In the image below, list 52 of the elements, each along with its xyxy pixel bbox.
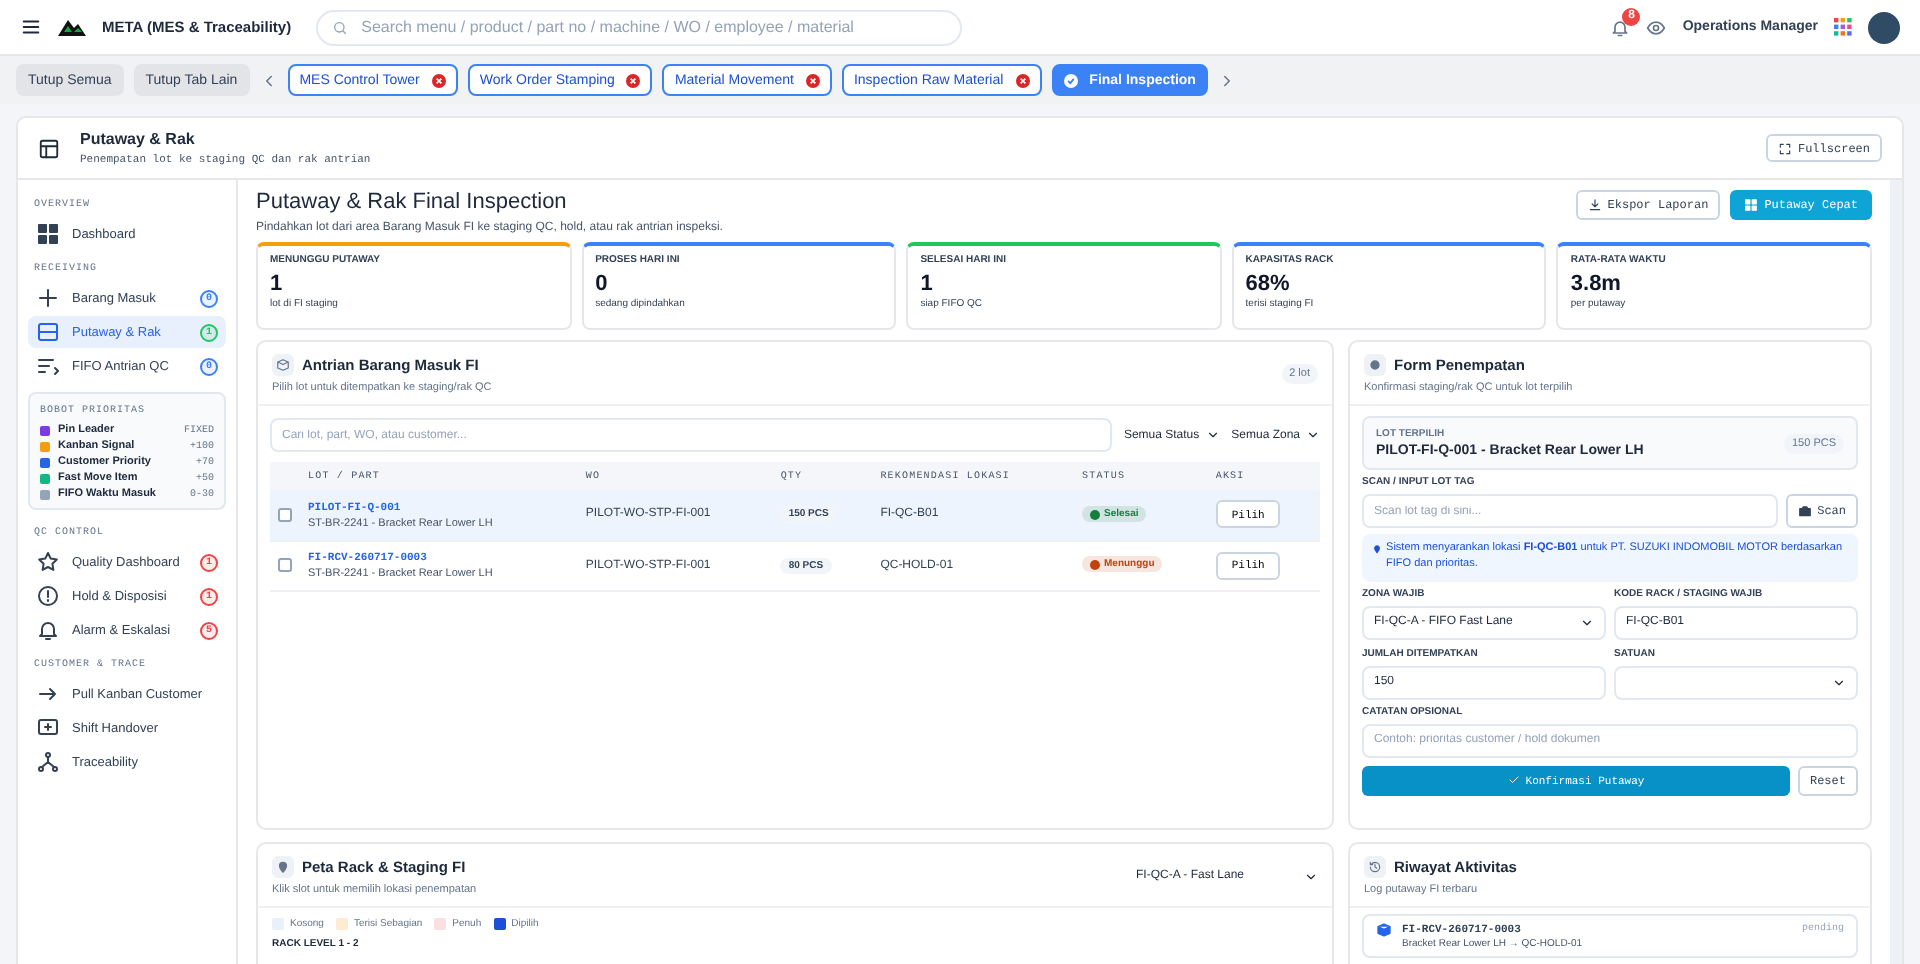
list-icon bbox=[36, 354, 60, 378]
row-checkbox[interactable] bbox=[278, 558, 292, 572]
layout-icon bbox=[38, 137, 60, 159]
box-icon bbox=[276, 358, 290, 372]
search-icon bbox=[331, 19, 348, 35]
plus-icon bbox=[36, 286, 60, 310]
arrow-icon bbox=[36, 682, 60, 706]
info-icon bbox=[36, 584, 60, 608]
close-icon[interactable] bbox=[1015, 73, 1030, 87]
main-title: Putaway & Rak Final Inspection bbox=[256, 190, 569, 214]
chevron-down-icon bbox=[1304, 869, 1318, 883]
stat-value: 1 bbox=[270, 272, 283, 296]
star-icon bbox=[36, 550, 60, 574]
chevron-down-icon bbox=[1580, 615, 1594, 630]
eye-icon bbox=[1646, 17, 1667, 37]
search-input[interactable]: Search menu / product / part no / machine / WO / employee / material bbox=[357, 16, 947, 38]
screen-icon bbox=[36, 716, 60, 740]
bell-icon bbox=[1610, 17, 1631, 37]
avatar[interactable] bbox=[1868, 11, 1901, 43]
box-icon bbox=[1376, 922, 1392, 938]
close-icon[interactable] bbox=[805, 73, 820, 87]
tray-icon bbox=[36, 320, 60, 344]
close-icon[interactable] bbox=[431, 73, 446, 87]
select-field[interactable] bbox=[1614, 665, 1858, 700]
apps-grid-icon[interactable] bbox=[1834, 18, 1853, 36]
stat-value: 68% bbox=[1245, 272, 1292, 296]
check-circle-icon bbox=[1063, 73, 1078, 87]
bell-icon bbox=[36, 618, 60, 642]
row-checkbox[interactable] bbox=[278, 507, 292, 522]
logo-icon bbox=[58, 18, 86, 36]
close-icon[interactable] bbox=[626, 73, 641, 87]
history-icon bbox=[1368, 860, 1382, 874]
stat-value: 3.8m bbox=[1570, 272, 1623, 296]
search-field[interactable]: Search menu / product / part no / machine / WO / employee / material bbox=[315, 9, 963, 45]
grid-icon bbox=[1744, 198, 1759, 212]
page-title: Putaway & Rak bbox=[80, 130, 197, 148]
chevron-down-icon bbox=[1832, 675, 1846, 690]
check-icon bbox=[1507, 774, 1520, 787]
status-icon bbox=[1090, 509, 1100, 519]
stat-value: 1 bbox=[920, 272, 935, 296]
stat-value: 0 bbox=[595, 272, 610, 296]
grid-icon bbox=[36, 222, 60, 246]
chevron-down-icon bbox=[1205, 428, 1220, 442]
menu-icon bbox=[20, 16, 42, 38]
camera-icon bbox=[1797, 504, 1812, 518]
status-icon bbox=[1090, 559, 1100, 570]
network-icon bbox=[36, 750, 60, 774]
expand-icon bbox=[1777, 141, 1792, 155]
chevron-down-icon bbox=[1306, 428, 1320, 442]
pin-icon bbox=[1372, 542, 1383, 556]
download-icon bbox=[1587, 198, 1602, 212]
pin-icon bbox=[276, 860, 290, 874]
